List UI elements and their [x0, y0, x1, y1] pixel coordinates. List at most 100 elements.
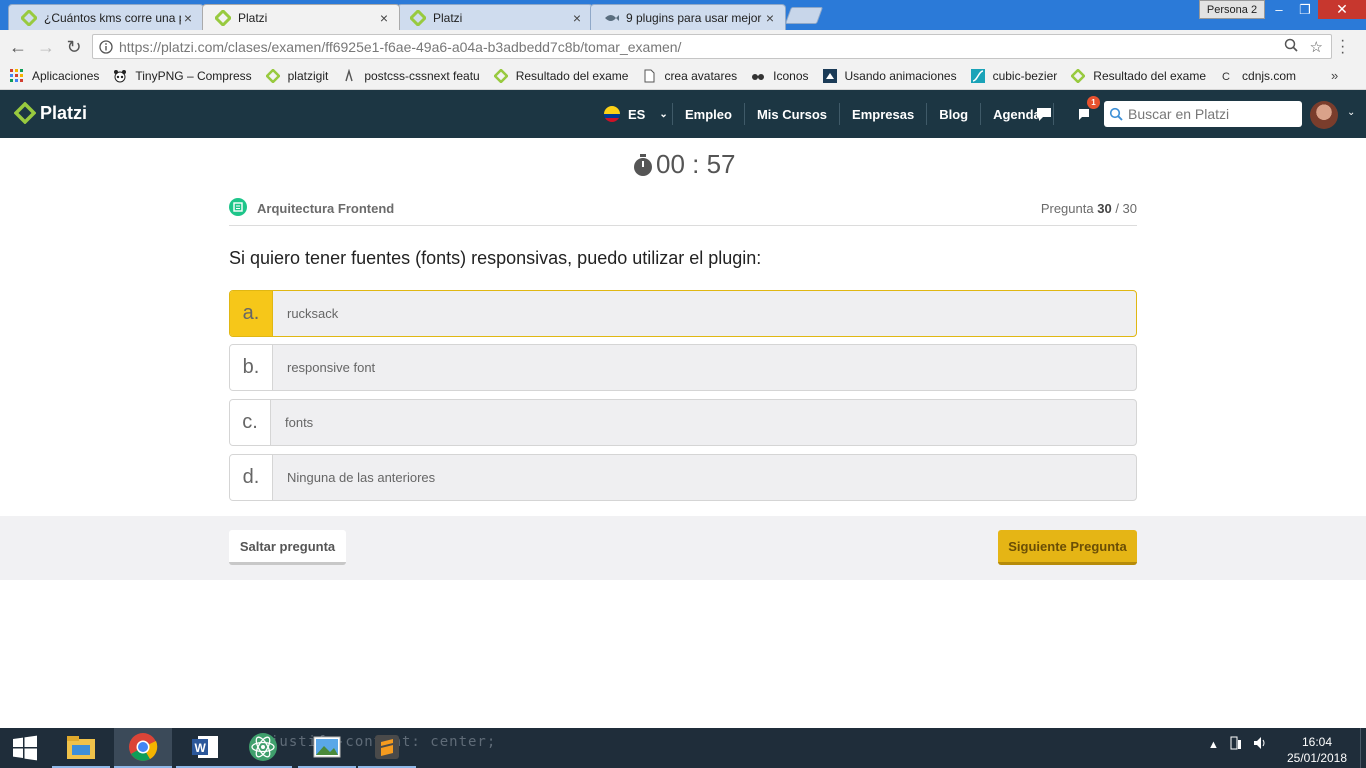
- browser-tab-active[interactable]: Platzi ×: [202, 4, 400, 30]
- bookmark-item[interactable]: cubic-bezier: [970, 69, 1057, 83]
- platzi-logo-icon: [14, 102, 36, 124]
- search-input[interactable]: [1128, 106, 1298, 122]
- tab-close-icon[interactable]: ×: [181, 10, 195, 26]
- site-info-icon[interactable]: [93, 39, 119, 54]
- bookmark-item[interactable]: C cdnjs.com: [1220, 69, 1296, 83]
- bookmark-label: crea avatares: [664, 69, 738, 83]
- answer-option-a[interactable]: a. rucksack: [229, 290, 1137, 337]
- url-path: /clases/examen/ff6925e1-f6ae-49a6-a04a-b…: [224, 38, 682, 55]
- bookmark-item[interactable]: Usando animaciones: [822, 69, 957, 83]
- answer-option-b[interactable]: b. responsive font: [229, 344, 1137, 391]
- chevron-down-icon[interactable]: ⌄: [1347, 107, 1355, 118]
- browser-tab[interactable]: Platzi ×: [397, 4, 593, 30]
- back-arrow-icon[interactable]: ←: [6, 35, 30, 59]
- bookmark-item[interactable]: crea avatares: [642, 69, 737, 83]
- cdnjs-icon: C: [1222, 71, 1230, 83]
- forward-arrow-icon[interactable]: →: [34, 35, 58, 59]
- exam-actions-bar: [0, 516, 1366, 580]
- question-total: / 30: [1115, 201, 1137, 216]
- maximize-icon[interactable]: ❐: [1292, 0, 1318, 19]
- answer-option-c[interactable]: c. fonts: [229, 399, 1137, 446]
- option-letter: a.: [230, 291, 273, 336]
- panda-icon: [114, 70, 127, 83]
- system-tray: ▲: [1208, 736, 1267, 753]
- platzi-favicon-icon: [215, 9, 231, 26]
- reload-icon[interactable]: ↻: [62, 35, 86, 59]
- bookmark-label: platzigit: [287, 69, 329, 83]
- option-text: fonts: [285, 415, 314, 430]
- url-host: https://platzi.com: [119, 38, 225, 55]
- browser-tab[interactable]: ¿Cuántos kms corre una p ×: [8, 4, 204, 30]
- postcss-icon: [345, 69, 353, 82]
- taskbar-clock[interactable]: 16:04 25/01/2018: [1286, 734, 1348, 766]
- tab-close-icon[interactable]: ×: [763, 10, 777, 26]
- bookmark-item[interactable]: Resultado del exame: [1071, 69, 1206, 83]
- volume-icon[interactable]: [1253, 736, 1267, 753]
- new-tab-button[interactable]: [784, 7, 824, 24]
- option-letter: b.: [230, 345, 273, 390]
- show-desktop-button[interactable]: [1360, 728, 1366, 768]
- minimize-icon[interactable]: –: [1266, 0, 1292, 19]
- answer-option-d[interactable]: d. Ninguna de las anteriores: [229, 454, 1137, 501]
- bookmark-item[interactable]: TinyPNG – Compress: [113, 69, 252, 83]
- bookmark-item[interactable]: Resultado del exame: [493, 69, 629, 83]
- bookmark-label: Usando animaciones: [844, 69, 957, 83]
- user-avatar[interactable]: [1310, 101, 1338, 129]
- bookmark-label: TinyPNG – Compress: [135, 69, 252, 83]
- tab-title: Platzi: [433, 10, 463, 25]
- nav-blog[interactable]: Blog: [926, 103, 980, 125]
- window-close-icon[interactable]: ✕: [1318, 0, 1366, 19]
- bookmark-item[interactable]: Iconos: [751, 69, 809, 83]
- question-counter: Pregunta 30 / 30: [1041, 198, 1137, 216]
- profile-persona-button[interactable]: Persona 2: [1199, 0, 1265, 19]
- platzi-icon: [493, 69, 508, 83]
- exam-course-row: Arquitectura Frontend Pregunta 30 / 30: [229, 198, 1137, 226]
- address-bar[interactable]: https://platzi.com/clases/examen/ff6925e…: [92, 34, 1332, 59]
- word-icon[interactable]: W: [176, 728, 234, 768]
- search-icon: [1104, 107, 1128, 121]
- option-text: rucksack: [287, 306, 339, 321]
- sublime-icon[interactable]: [358, 728, 416, 768]
- chrome-icon[interactable]: [114, 728, 172, 768]
- browser-menu-icon[interactable]: · · ·: [1340, 33, 1345, 61]
- bookmark-item[interactable]: platzigit: [265, 69, 329, 83]
- url-text[interactable]: https://platzi.com/clases/examen/ff6925e…: [119, 39, 1284, 55]
- skip-question-button[interactable]: Saltar pregunta: [229, 530, 346, 565]
- atom-icon[interactable]: [234, 728, 292, 768]
- next-question-button[interactable]: Siguiente Pregunta: [998, 530, 1137, 565]
- stopwatch-icon: [634, 153, 652, 176]
- browser-tab[interactable]: 9 plugins para usar mejor ×: [590, 4, 786, 30]
- zoom-search-icon[interactable]: [1284, 38, 1298, 56]
- photos-icon[interactable]: [298, 728, 356, 768]
- svg-text:W: W: [195, 741, 207, 755]
- tab-close-icon[interactable]: ×: [570, 10, 584, 26]
- fish-favicon-icon: [605, 14, 619, 21]
- question-text: Si quiero tener fuentes (fonts) responsi…: [229, 248, 762, 268]
- platzi-logo[interactable]: Platzi: [14, 102, 87, 124]
- file-explorer-icon[interactable]: [52, 728, 110, 768]
- bookmark-label: cdnjs.com: [1242, 69, 1297, 83]
- platzi-favicon-icon: [21, 9, 37, 26]
- nav-empleo[interactable]: Empleo: [672, 103, 744, 125]
- question-counter-label: Pregunta: [1040, 201, 1094, 216]
- nav-empresas[interactable]: Empresas: [839, 103, 926, 125]
- language-code: ES: [628, 106, 646, 122]
- timer-value: 00 : 57: [656, 149, 736, 179]
- chat-bubble-icon[interactable]: [1034, 104, 1054, 124]
- tab-close-icon[interactable]: ×: [377, 10, 391, 26]
- bookmarks-overflow-icon[interactable]: »: [1331, 68, 1338, 83]
- network-icon[interactable]: [1229, 736, 1243, 753]
- bookmark-item[interactable]: postcss-cssnext featu: [342, 69, 480, 83]
- windows-start-icon[interactable]: [0, 728, 50, 768]
- platzi-icon: [265, 69, 280, 83]
- platzi-favicon-icon: [410, 9, 426, 26]
- bookmark-label: Resultado del exame: [515, 69, 629, 83]
- search-box[interactable]: [1104, 101, 1302, 127]
- tray-overflow-icon[interactable]: ▲: [1208, 739, 1219, 751]
- course-name: Arquitectura Frontend: [257, 201, 395, 216]
- bookmark-star-icon[interactable]: ☆: [1310, 38, 1323, 56]
- language-selector[interactable]: ES ⌄: [604, 106, 668, 122]
- bookmark-item[interactable]: Aplicaciones: [10, 69, 99, 83]
- option-letter: c.: [230, 400, 271, 445]
- nav-mis-cursos[interactable]: Mis Cursos: [743, 103, 839, 125]
